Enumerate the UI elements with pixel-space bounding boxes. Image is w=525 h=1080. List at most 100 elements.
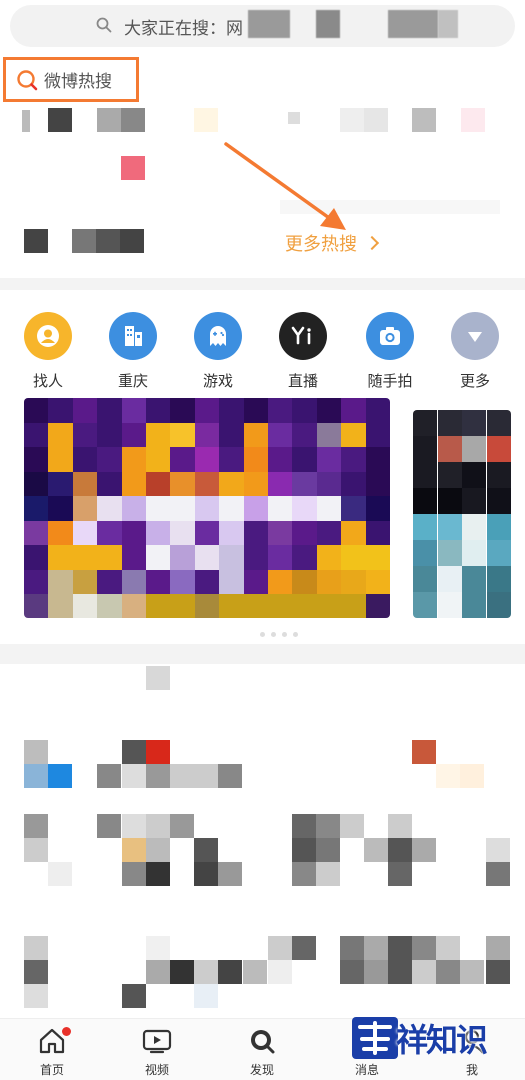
nav-item-video[interactable]: 视频: [127, 1027, 187, 1078]
notification-badge: [62, 1027, 71, 1036]
carousel-dots: [260, 632, 298, 637]
mosaic-block: [170, 960, 194, 984]
mosaic-block: [194, 108, 218, 132]
hot-search-header[interactable]: 微博热搜: [3, 57, 139, 102]
mosaic-block: [194, 960, 218, 984]
mosaic-block: [122, 764, 146, 788]
mosaic-block: [316, 814, 340, 838]
mosaic-block: [218, 764, 242, 788]
annotation-arrow: [224, 142, 346, 230]
search-mosaic: [438, 10, 458, 38]
search-mosaic: [248, 10, 290, 38]
mosaic-block: [388, 862, 412, 886]
banner-image-next[interactable]: [413, 410, 511, 618]
mosaic-block: [96, 229, 120, 253]
mosaic-block: [122, 740, 146, 764]
mosaic-block: [412, 936, 436, 960]
mosaic-block: [24, 984, 48, 1008]
search-mosaic: [316, 10, 340, 38]
quick-icon-chongqing[interactable]: 重庆: [103, 312, 163, 391]
discover-icon: [251, 1030, 275, 1054]
nav-label: 视频: [144, 1063, 169, 1077]
mosaic-block: [292, 814, 316, 838]
mosaic-block: [122, 984, 146, 1008]
mosaic-block: [388, 838, 412, 862]
mosaic-block: [48, 108, 72, 132]
quick-icon-more[interactable]: 更多: [445, 312, 505, 391]
mosaic-block: [146, 814, 170, 838]
mosaic-block: [388, 960, 412, 984]
watermark-text: 祥知识: [396, 1021, 488, 1059]
mosaic-block: [120, 229, 144, 253]
mosaic-block: [436, 960, 460, 984]
more-hot-search-link[interactable]: 更多热搜: [285, 230, 380, 256]
mosaic-block: [388, 936, 412, 960]
mosaic-block: [461, 108, 485, 132]
mosaic-block: [316, 862, 340, 886]
search-placeholder: 大家正在搜：网: [124, 18, 243, 39]
section-divider: [0, 278, 525, 290]
quick-icon-find-people[interactable]: 找人: [18, 312, 78, 391]
mosaic-block: [218, 960, 242, 984]
yi-live-icon: [279, 312, 327, 360]
mosaic-block: [48, 764, 72, 788]
mosaic-block: [97, 764, 121, 788]
mosaic-block: [388, 814, 412, 838]
mosaic-block: [486, 936, 510, 960]
mosaic-block: [412, 960, 436, 984]
mosaic-block: [364, 838, 388, 862]
quick-icon-label: 直播: [287, 372, 318, 390]
mosaic-block: [146, 740, 170, 764]
mosaic-block: [194, 862, 218, 886]
city-building-icon: [109, 312, 157, 360]
quick-icon-label: 找人: [32, 372, 63, 390]
mosaic-block: [146, 936, 170, 960]
mosaic-block: [97, 108, 121, 132]
mosaic-block: [24, 936, 48, 960]
watermark: 祥知识: [350, 1012, 510, 1064]
mosaic-block: [340, 108, 364, 132]
mosaic-block: [24, 960, 48, 984]
nav-item-discover[interactable]: 发现: [232, 1027, 292, 1078]
mosaic-block: [292, 936, 316, 960]
mosaic-block: [340, 936, 364, 960]
mosaic-block: [412, 108, 436, 132]
watermark-logo-icon: [352, 1017, 398, 1059]
quick-icon-snapshot[interactable]: 随手拍: [360, 312, 420, 391]
mosaic-block: [218, 862, 242, 886]
quick-icon-label: 游戏: [202, 372, 233, 390]
mosaic-block: [436, 764, 460, 788]
mosaic-block: [146, 764, 170, 788]
mosaic-block: [121, 156, 145, 180]
mosaic-block: [122, 862, 146, 886]
mosaic-block: [170, 764, 194, 788]
search-mosaic: [388, 10, 438, 38]
quick-icon-live[interactable]: 直播: [273, 312, 333, 391]
mosaic-block: [364, 936, 388, 960]
mosaic-block: [292, 862, 316, 886]
chevron-right-icon: [364, 235, 380, 251]
mosaic-block: [436, 936, 460, 960]
mosaic-block: [194, 838, 218, 862]
nav-item-home[interactable]: 首页: [22, 1027, 82, 1078]
hot-search-label: 微博热搜: [44, 72, 112, 92]
mosaic-block: [170, 814, 194, 838]
quick-icon-label: 随手拍: [367, 372, 413, 390]
mosaic-block: [460, 764, 484, 788]
mosaic-block: [97, 814, 121, 838]
mosaic-block: [146, 960, 170, 984]
mosaic-block: [268, 960, 292, 984]
mosaic-block: [486, 838, 510, 862]
mosaic-block: [24, 764, 48, 788]
mosaic-block: [146, 838, 170, 862]
mosaic-block: [48, 862, 72, 886]
mosaic-block: [268, 936, 292, 960]
quick-icon-games[interactable]: 游戏: [188, 312, 248, 391]
mosaic-block: [24, 229, 48, 253]
quick-icon-label: 更多: [459, 372, 490, 390]
mosaic-block: [194, 984, 218, 1008]
mosaic-block: [121, 108, 145, 132]
banner-image-main[interactable]: [24, 398, 390, 618]
person-icon: [24, 312, 72, 360]
more-hot-search-label: 更多热搜: [285, 234, 357, 255]
